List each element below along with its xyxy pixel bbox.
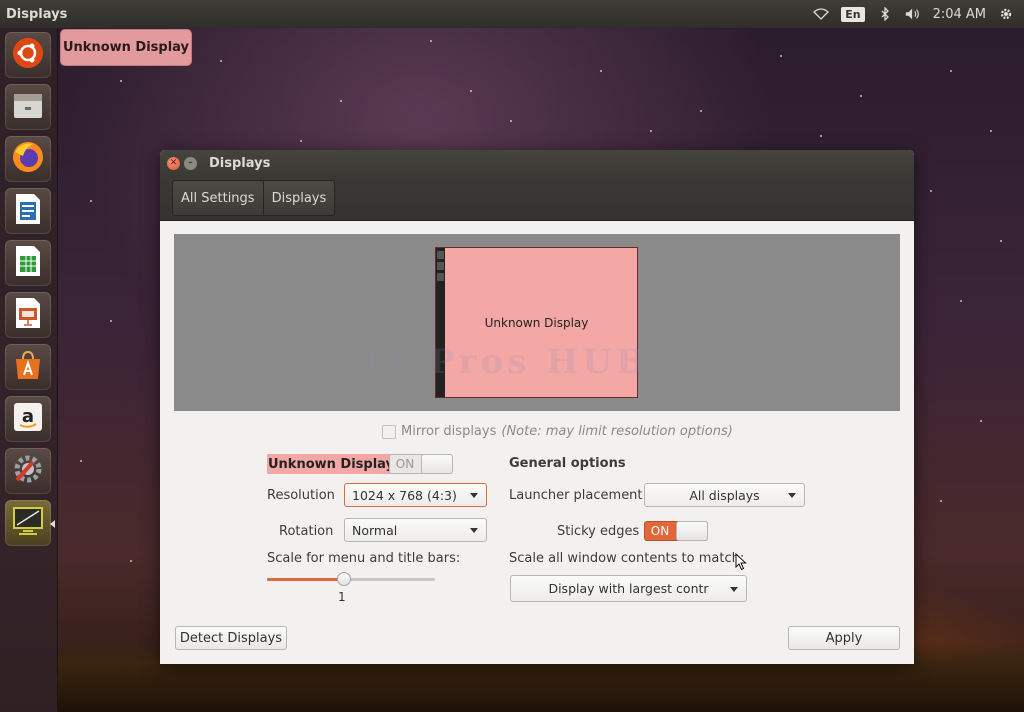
window-titlebar[interactable]: ✕ – Displays [160, 150, 914, 176]
chevron-down-icon [788, 493, 796, 498]
general-options-heading: General options [509, 456, 626, 471]
wifi-icon[interactable] [813, 6, 830, 22]
launcher-item-writer[interactable] [5, 188, 51, 234]
scale-slider[interactable] [267, 572, 435, 586]
launcher-item-settings[interactable] [5, 448, 51, 494]
resolution-label: Resolution [267, 488, 335, 503]
amazon-icon: a [12, 401, 44, 437]
launcher-item-firefox[interactable] [5, 136, 51, 182]
chevron-down-icon [730, 587, 738, 592]
display-arrangement-preview: Unknown Display IT Pros HUB [174, 234, 900, 411]
displays-window: ✕ – Displays All Settings Displays Unkno… [160, 150, 914, 664]
libreoffice-calc-icon [14, 244, 42, 282]
launcher-item-files[interactable] [5, 84, 51, 130]
rotation-select[interactable]: Normal [344, 518, 487, 542]
firefox-icon [11, 140, 45, 178]
display-name-label: Unknown Display [267, 454, 396, 474]
breadcrumb-displays[interactable]: Displays [263, 180, 336, 216]
launcher-item-amazon[interactable]: a [5, 396, 51, 442]
rotation-label: Rotation [279, 524, 334, 539]
mirror-displays-label: Mirror displays [401, 424, 497, 439]
top-panel-app-title: Displays [6, 6, 68, 22]
resolution-value: 1024 x 768 (4:3) [352, 487, 457, 503]
file-manager-icon [12, 90, 44, 124]
volume-icon[interactable] [905, 6, 921, 22]
breadcrumb-all-settings[interactable]: All Settings [172, 180, 264, 216]
launcher-placement-label: Launcher placement [509, 488, 643, 503]
mirror-displays-note: (Note: may limit resolution options) [501, 424, 733, 439]
display-power-switch[interactable]: ON [389, 454, 453, 474]
launcher: a [0, 28, 58, 712]
ubuntu-dash-icon [12, 37, 44, 73]
close-icon[interactable]: ✕ [167, 156, 180, 170]
bluetooth-icon[interactable] [877, 6, 893, 22]
display-tooltip: Unknown Display [60, 29, 192, 66]
scale-all-select[interactable]: Display with largest contr [510, 575, 747, 602]
scale-label: Scale for menu and title bars: [267, 551, 461, 566]
settings-toolbar: All Settings Displays [160, 176, 914, 221]
launcher-placement-select[interactable]: All displays [644, 483, 805, 507]
sticky-edges-switch[interactable]: ON [644, 521, 708, 541]
chevron-down-icon [470, 528, 478, 533]
scale-all-label: Scale all window contents to match: [509, 551, 745, 566]
detect-displays-button[interactable]: Detect Displays [175, 626, 287, 650]
indicator-area: En 2:04 AM [813, 6, 1014, 22]
keyboard-layout-indicator[interactable]: En [841, 6, 865, 22]
clock[interactable]: 2:04 AM [933, 7, 986, 22]
libreoffice-writer-icon [14, 192, 42, 230]
scale-slider-fill [267, 578, 343, 581]
scale-all-value: Display with largest contr [548, 581, 709, 596]
launcher-item-calc[interactable] [5, 240, 51, 286]
sticky-edges-switch-label: ON [650, 524, 670, 538]
minimize-icon[interactable]: – [184, 156, 197, 170]
sticky-edges-label: Sticky edges [557, 524, 640, 539]
ubuntu-software-center-icon [12, 349, 44, 385]
launcher-placement-value: All displays [689, 487, 760, 503]
resolution-select[interactable]: 1024 x 768 (4:3) [344, 483, 487, 507]
mirror-displays-option: Mirror displays (Note: may limit resolut… [382, 424, 733, 439]
rotation-value: Normal [352, 522, 398, 538]
scale-slider-handle[interactable] [337, 572, 351, 586]
launcher-item-software[interactable] [5, 344, 51, 390]
top-panel: Displays En 2:04 AM [0, 0, 1024, 28]
window-title: Displays [209, 155, 271, 171]
launcher-item-dash[interactable] [5, 32, 51, 78]
scale-value: 1 [338, 590, 346, 604]
displays-icon [11, 505, 45, 541]
mirror-displays-checkbox[interactable] [382, 424, 396, 439]
svg-text:a: a [22, 406, 34, 427]
gear-icon[interactable] [998, 6, 1014, 22]
mouse-pointer-icon [735, 553, 747, 571]
chevron-down-icon [470, 493, 478, 498]
libreoffice-impress-icon [14, 296, 42, 334]
display-power-switch-label: ON [395, 457, 415, 471]
switch-knob [421, 454, 453, 474]
switch-knob [676, 521, 708, 541]
active-app-indicator [50, 520, 55, 528]
system-settings-icon [11, 452, 45, 490]
launcher-item-displays[interactable] [5, 500, 55, 546]
apply-button[interactable]: Apply [788, 626, 900, 650]
launcher-item-impress[interactable] [5, 292, 51, 338]
monitor-preview-label: Unknown Display [484, 315, 589, 330]
watermark: IT Pros HUB [364, 342, 649, 382]
